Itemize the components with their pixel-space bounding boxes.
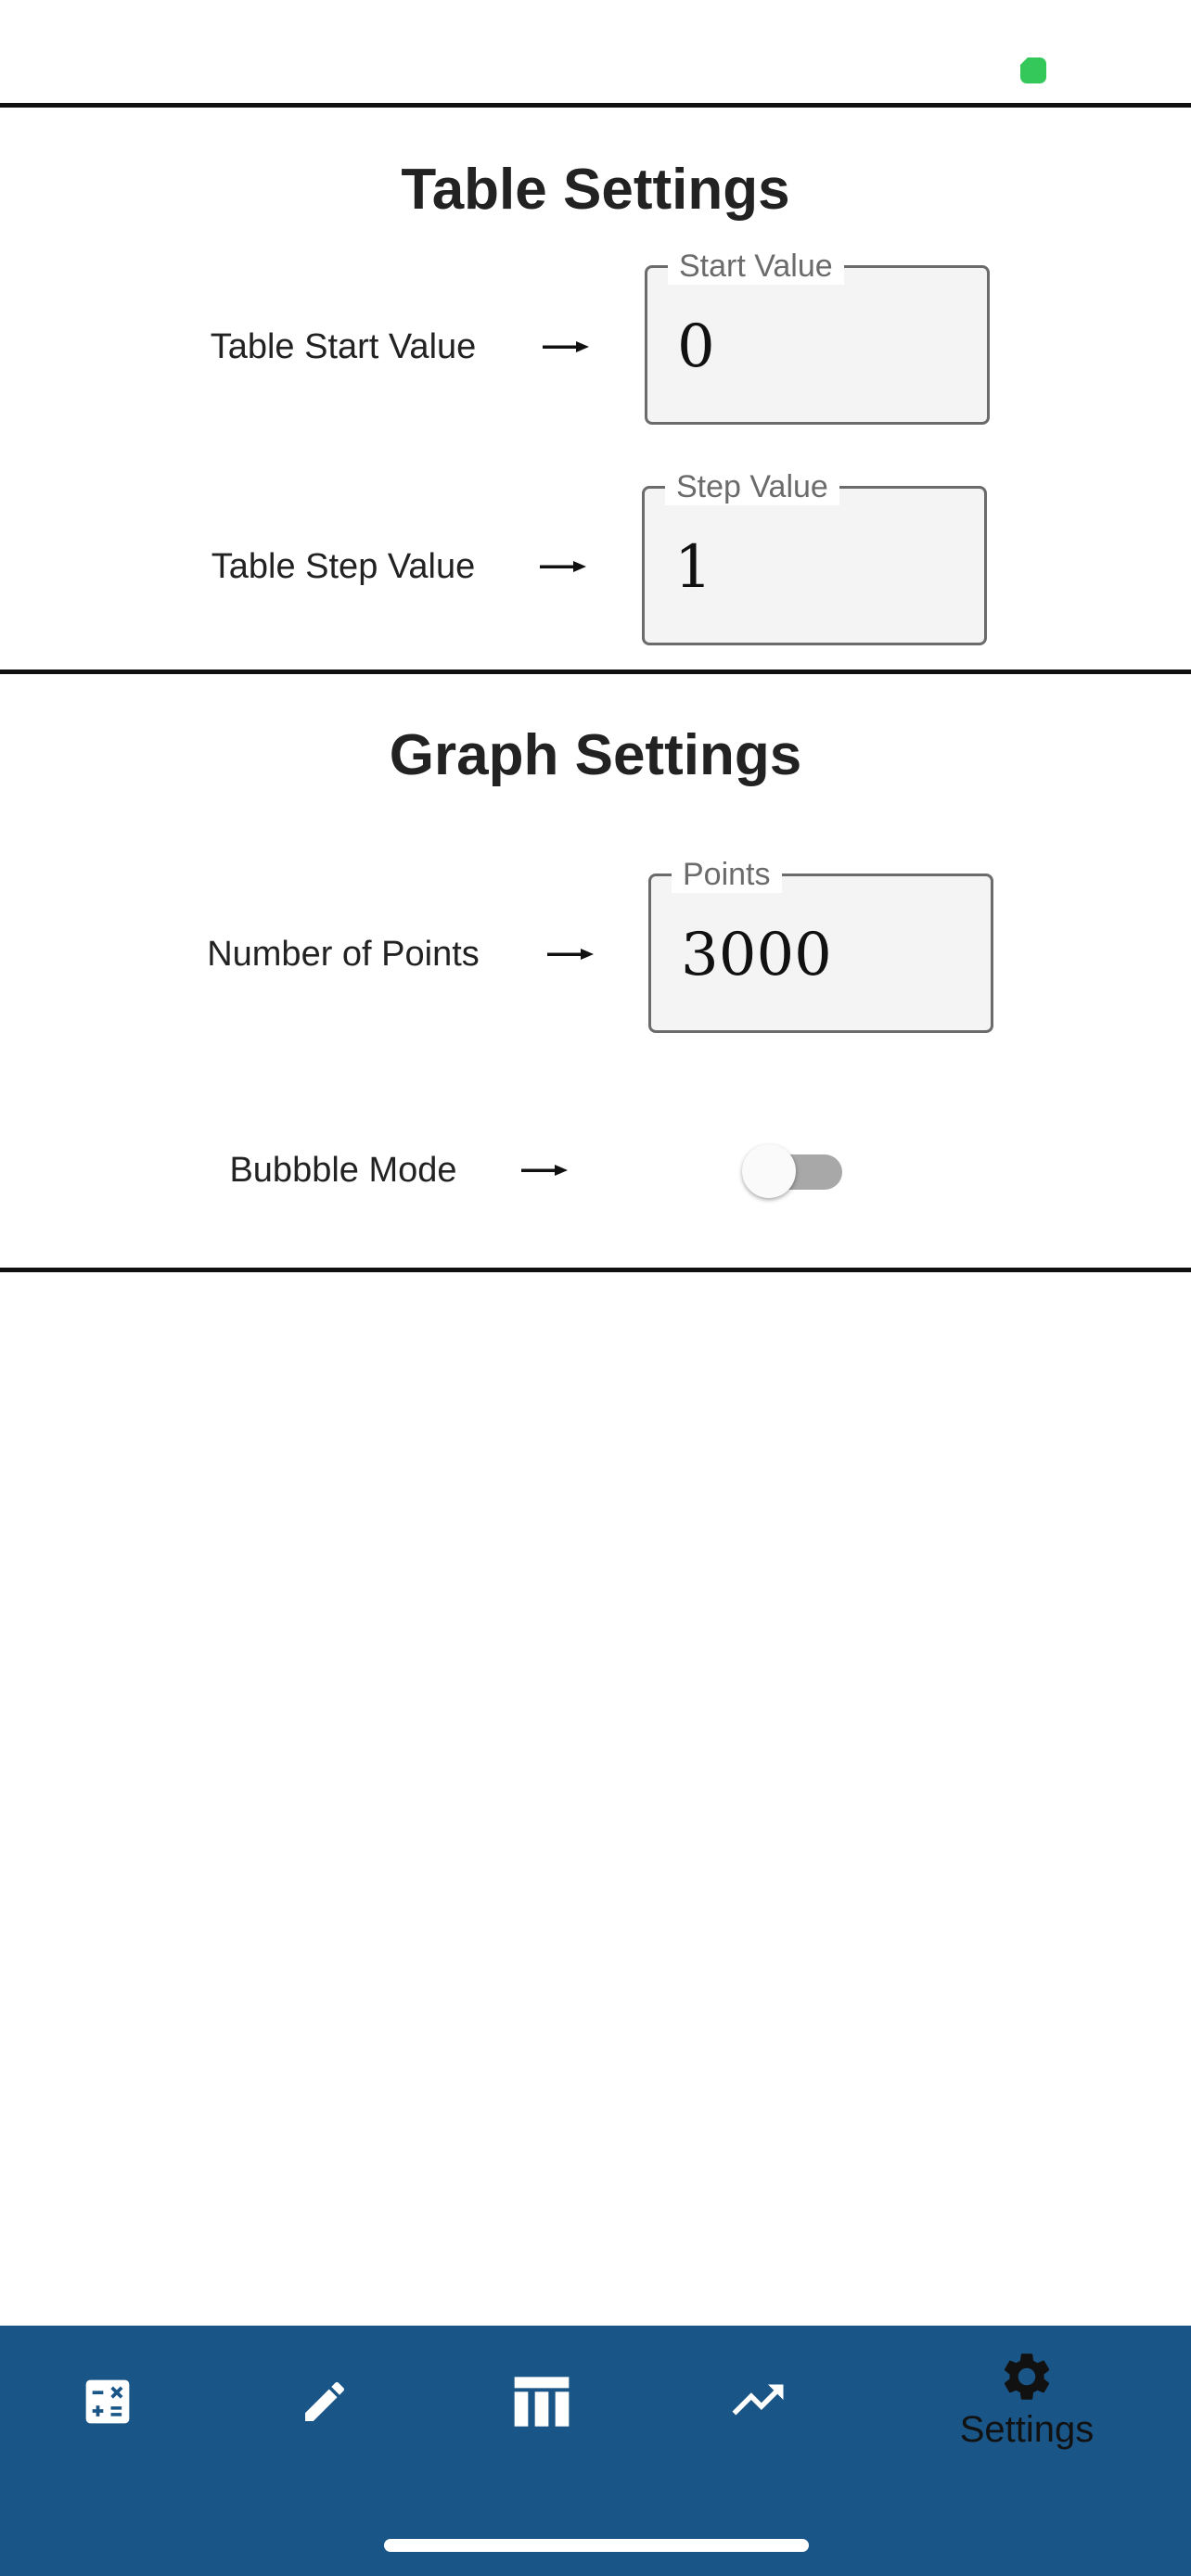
number-of-points-label: Number of Points <box>207 935 480 974</box>
table-step-value-label: Table Step Value <box>211 547 476 586</box>
start-value-input[interactable] <box>677 305 955 389</box>
points-field[interactable]: Points <box>648 856 993 1033</box>
nav-item-graph[interactable] <box>651 2326 868 2493</box>
points-input[interactable] <box>681 913 959 997</box>
arrow-right-icon <box>547 949 594 960</box>
arrow-right-icon <box>521 1165 568 1176</box>
nav-item-table[interactable] <box>434 2326 651 2493</box>
home-indicator <box>384 2539 809 2552</box>
arrow-right-icon <box>543 341 589 352</box>
graph-settings-title: Graph Settings <box>389 723 802 787</box>
nav-item-edit[interactable] <box>217 2326 434 2493</box>
bubble-mode-toggle[interactable] <box>742 1139 846 1204</box>
top-divider <box>0 103 1191 108</box>
gear-icon <box>1004 2353 1050 2400</box>
arrow-right-icon <box>540 561 586 572</box>
pencil-icon <box>305 2381 345 2421</box>
step-value-field-label: Step Value <box>665 468 839 505</box>
status-indicator-icon <box>1020 57 1046 83</box>
nav-item-settings[interactable]: Settings <box>918 2326 1135 2493</box>
points-field-label: Points <box>672 856 782 893</box>
trending-up-icon <box>732 2384 784 2416</box>
calculator-icon <box>85 2379 130 2424</box>
bubble-mode-toggle-thumb <box>742 1144 796 1198</box>
status-bar <box>0 0 1191 104</box>
table-settings-title: Table Settings <box>401 158 790 222</box>
nav-item-settings-label: Settings <box>959 2409 1095 2450</box>
bubble-mode-label: Bubbble Mode <box>229 1151 457 1190</box>
table-icon <box>514 2377 570 2427</box>
start-value-field[interactable]: Start Value <box>645 248 990 425</box>
start-value-field-label: Start Value <box>668 248 844 285</box>
nav-item-calculator[interactable] <box>0 2326 217 2493</box>
step-value-field[interactable]: Step Value <box>642 468 987 645</box>
bottom-navigation: Settings <box>0 2326 1191 2576</box>
section-divider <box>0 1268 1191 1272</box>
step-value-input[interactable] <box>674 526 953 609</box>
section-divider <box>0 670 1191 674</box>
table-start-value-label: Table Start Value <box>210 327 477 366</box>
